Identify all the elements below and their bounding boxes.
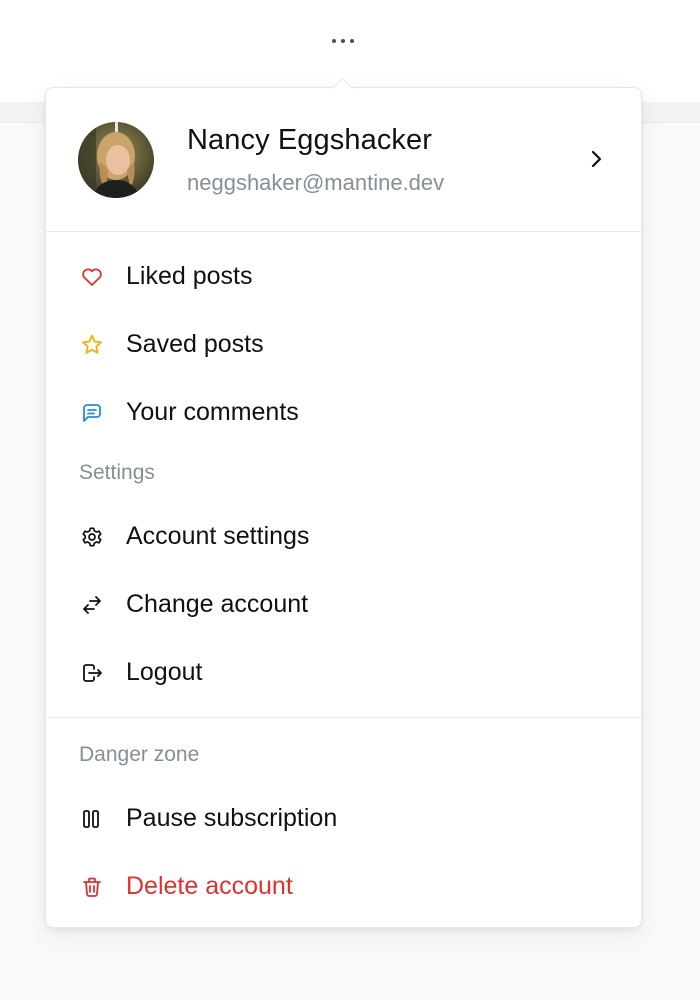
gear-icon	[80, 525, 104, 549]
menu-item-label: Your comments	[126, 398, 299, 426]
dots-horizontal-icon	[332, 39, 354, 43]
message-icon	[80, 401, 104, 425]
menu-item-label: Account settings	[126, 522, 310, 550]
more-options-button[interactable]	[322, 26, 364, 56]
menu-item-saved-posts[interactable]: Saved posts	[46, 315, 641, 375]
divider	[46, 717, 641, 718]
menu-item-label: Saved posts	[126, 330, 264, 358]
trash-icon	[80, 875, 104, 899]
page: Nancy Eggshacker neggshaker@mantine.dev …	[0, 0, 700, 1000]
logout-icon	[80, 661, 104, 685]
menu-item-pause-subscription[interactable]: Pause subscription	[46, 789, 641, 849]
heart-icon	[80, 265, 104, 289]
profile-email: neggshaker@mantine.dev	[187, 170, 445, 195]
divider	[46, 231, 641, 232]
menu-item-your-comments[interactable]: Your comments	[46, 383, 641, 443]
user-avatar-photo	[78, 122, 154, 198]
menu-item-change-account[interactable]: Change account	[46, 575, 641, 635]
switch-arrows-icon	[80, 593, 104, 617]
menu-item-delete-account[interactable]: Delete account	[46, 857, 641, 917]
avatar	[78, 122, 154, 198]
menu-item-label: Pause subscription	[126, 804, 338, 832]
menu-item-label: Logout	[126, 658, 203, 686]
menu-item-account-settings[interactable]: Account settings	[46, 507, 641, 567]
user-dropdown-menu: Nancy Eggshacker neggshaker@mantine.dev …	[45, 87, 642, 928]
chevron-right-icon	[587, 148, 607, 170]
star-icon	[80, 333, 104, 357]
section-label-settings: Settings	[79, 461, 155, 484]
pause-icon	[80, 807, 104, 831]
menu-item-logout[interactable]: Logout	[46, 643, 641, 703]
menu-item-label: Liked posts	[126, 262, 253, 290]
profile-header[interactable]: Nancy Eggshacker neggshaker@mantine.dev	[46, 88, 641, 231]
menu-item-label: Change account	[126, 590, 309, 618]
profile-name: Nancy Eggshacker	[187, 124, 432, 156]
menu-item-label: Delete account	[126, 872, 293, 900]
section-label-danger-zone: Danger zone	[79, 743, 200, 766]
menu-item-liked-posts[interactable]: Liked posts	[46, 247, 641, 307]
